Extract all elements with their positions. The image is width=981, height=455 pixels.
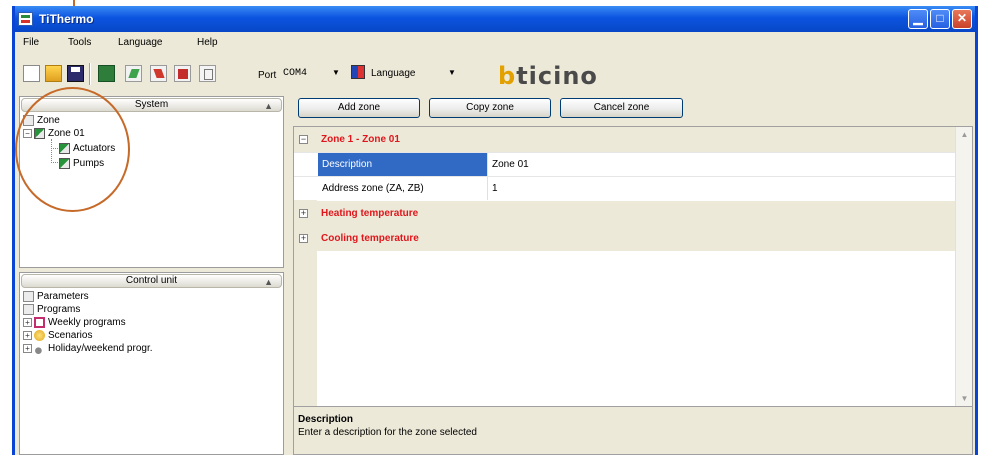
receive-icon[interactable] — [150, 65, 167, 82]
tree-node-holiday-programs[interactable]: + Holiday/weekend progr. — [23, 342, 153, 355]
scroll-up-icon[interactable]: ▲ — [958, 130, 971, 139]
chevron-down-icon[interactable]: ▼ — [332, 68, 340, 77]
tree-label: Parameters — [37, 291, 89, 302]
erase-icon[interactable] — [174, 65, 191, 82]
save-icon[interactable] — [67, 65, 84, 82]
menu-tools[interactable]: Tools — [68, 37, 91, 48]
expand-box-icon[interactable]: + — [23, 330, 32, 340]
language-label[interactable]: Language — [371, 68, 416, 79]
app-icon — [18, 12, 33, 26]
menu-bar: File Tools Language Help — [15, 33, 975, 53]
category-cooling[interactable]: + Cooling temperature — [294, 226, 955, 251]
port-label: Port — [258, 70, 277, 81]
description-title: Description — [298, 414, 354, 425]
menu-language[interactable]: Language — [118, 37, 163, 48]
calendar-icon — [34, 316, 45, 328]
description-panel: Description Enter a description for the … — [293, 407, 973, 455]
scenario-icon — [34, 329, 45, 341]
open-icon[interactable] — [45, 65, 62, 82]
right-pane: Add zone Copy zone Cancel zone − Zone 1 … — [287, 96, 973, 455]
expand-box-icon[interactable]: + — [23, 317, 32, 327]
tree-node-parameters[interactable]: Parameters — [23, 290, 89, 303]
holiday-icon — [34, 342, 45, 354]
language-flag-icon[interactable] — [351, 65, 365, 79]
validate-icon[interactable] — [98, 65, 115, 82]
category-heating[interactable]: + Heating temperature — [294, 201, 955, 226]
expand-box-icon[interactable]: + — [23, 343, 32, 353]
menu-file[interactable]: File — [23, 37, 39, 48]
property-name: Address zone (ZA, ZB) — [318, 177, 488, 200]
parameters-icon — [23, 290, 34, 302]
property-value[interactable]: Zone 01 — [492, 153, 529, 176]
category-zone[interactable]: − Zone 1 - Zone 01 — [294, 127, 955, 152]
tree-node-scenarios[interactable]: + Scenarios — [23, 329, 92, 342]
new-icon[interactable] — [23, 65, 40, 82]
copy-zone-button[interactable]: Copy zone — [429, 98, 551, 118]
action-bar: Add zone Copy zone Cancel zone — [287, 96, 973, 126]
app-window: TiThermo ▁ □ ✕ File Tools Language Help … — [12, 6, 978, 455]
property-row-description[interactable]: Description Zone 01 — [294, 152, 955, 176]
property-name: Description — [318, 153, 488, 176]
window-title: TiThermo — [39, 12, 94, 26]
annotation-circle — [15, 87, 130, 212]
send-icon[interactable] — [125, 65, 142, 82]
property-row-address[interactable]: Address zone (ZA, ZB) 1 — [294, 176, 955, 200]
tree-label: Weekly programs — [48, 317, 126, 328]
toolbar-separator — [89, 63, 91, 85]
collapse-box-icon[interactable]: − — [299, 135, 308, 144]
programs-icon — [23, 303, 34, 315]
tree-label: Holiday/weekend progr. — [48, 343, 153, 354]
control-unit-panel-header[interactable]: Control unit ▲ — [21, 274, 282, 288]
minimize-button[interactable]: ▁ — [908, 9, 928, 29]
cancel-zone-button[interactable]: Cancel zone — [560, 98, 683, 118]
expand-box-icon[interactable]: + — [299, 209, 308, 218]
chevron-down-icon[interactable]: ▼ — [448, 68, 456, 77]
brand-logo: bticino — [498, 62, 598, 90]
tree-label: Programs — [37, 304, 81, 315]
close-button[interactable]: ✕ — [952, 9, 972, 29]
toolbar: Port COM4 ▼ Language ▼ bticino — [15, 55, 975, 91]
category-label: Zone 1 - Zone 01 — [321, 134, 400, 145]
vertical-scrollbar[interactable]: ▲ ▼ — [955, 127, 972, 406]
collapse-icon[interactable]: ▲ — [264, 100, 273, 112]
control-unit-panel: Control unit ▲ Parameters Programs + Week… — [19, 272, 284, 455]
title-bar[interactable]: TiThermo ▁ □ ✕ — [15, 6, 975, 32]
add-zone-button[interactable]: Add zone — [298, 98, 420, 118]
collapse-icon[interactable]: ▲ — [264, 276, 273, 288]
scroll-down-icon[interactable]: ▼ — [958, 394, 971, 403]
control-unit-panel-title: Control unit — [125, 275, 178, 286]
system-panel-title: System — [134, 99, 169, 110]
tree-label: Scenarios — [48, 330, 93, 341]
property-grid: − Zone 1 - Zone 01 Description Zone 01 A… — [293, 126, 973, 407]
maximize-button[interactable]: □ — [930, 9, 950, 29]
expand-box-icon[interactable]: + — [299, 234, 308, 243]
category-label: Heating temperature — [321, 208, 419, 219]
tree-node-programs[interactable]: Programs — [23, 303, 80, 316]
category-label: Cooling temperature — [321, 233, 419, 244]
property-value[interactable]: 1 — [492, 177, 498, 200]
menu-help[interactable]: Help — [197, 37, 218, 48]
tree-node-weekly-programs[interactable]: + Weekly programs — [23, 316, 126, 329]
description-text: Enter a description for the zone selecte… — [298, 427, 477, 438]
document-icon[interactable] — [199, 65, 216, 82]
